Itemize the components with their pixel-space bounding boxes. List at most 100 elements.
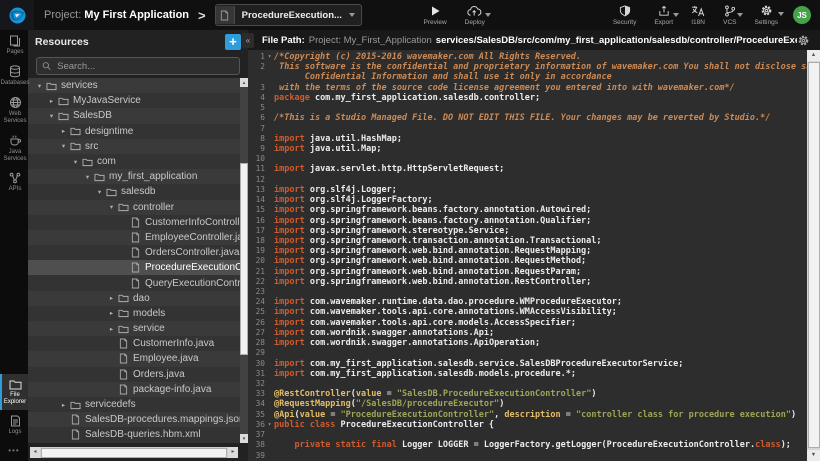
sidebar-item-file-explorer[interactable]: File Explorer <box>0 374 28 410</box>
tree-item[interactable]: QueryExecutionController.java <box>28 275 240 290</box>
code-line[interactable]: 6/*This is a Studio Managed File. DO NOT… <box>248 113 807 123</box>
vcs-button[interactable]: VCS <box>723 5 736 26</box>
expand-arrow-icon[interactable]: ▾ <box>106 203 117 211</box>
sidebar-item-databases[interactable]: Databases <box>0 60 28 91</box>
search-input[interactable] <box>55 60 234 73</box>
tree-item[interactable]: OrdersController.java <box>28 245 240 260</box>
fold-marker-icon[interactable]: ▾ <box>265 52 274 62</box>
code-line[interactable]: 7 <box>248 124 807 134</box>
code-line[interactable]: 2 This software is the confidential and … <box>248 62 807 72</box>
settings-button[interactable]: Settings <box>755 4 779 26</box>
more-options-button[interactable]: ••• <box>0 440 28 461</box>
tree-item[interactable]: ▸designtime <box>28 124 240 139</box>
collapse-arrow-icon[interactable]: ▸ <box>106 309 117 317</box>
code-line[interactable]: 13import org.slf4j.Logger; <box>248 185 807 195</box>
code-line[interactable]: 19import org.springframework.web.bind.an… <box>248 246 807 256</box>
tree-item[interactable]: EmployeeController.java <box>28 230 240 245</box>
editor-scroll-down-button[interactable]: ▼ <box>807 450 820 461</box>
tree-item[interactable]: ▾SalesDB <box>28 108 240 123</box>
tree-item[interactable]: SalesDB-queries.hbm.xml <box>28 427 240 442</box>
editor-scroll-up-button[interactable]: ▲ <box>807 50 820 61</box>
tree-item[interactable]: CustomerInfoController.java <box>28 215 240 230</box>
code-line[interactable]: 12 <box>248 175 807 185</box>
search-box[interactable] <box>36 57 240 75</box>
tree-item[interactable]: Orders.java <box>28 367 240 382</box>
tree-item[interactable]: ▸service <box>28 321 240 336</box>
wavemaker-logo[interactable] <box>0 0 34 30</box>
tree-item[interactable]: package-info.java <box>28 382 240 397</box>
code-line[interactable]: 5 <box>248 103 807 113</box>
code-line[interactable]: 32 <box>248 379 807 389</box>
deploy-button[interactable]: Deploy <box>465 5 485 26</box>
code-line[interactable]: 23 <box>248 287 807 297</box>
add-resource-button[interactable]: + <box>225 34 241 50</box>
fold-marker-icon[interactable]: ▾ <box>265 420 274 430</box>
tree-vertical-scrollbar[interactable]: ▲ ▼ <box>240 78 248 443</box>
tree-item[interactable]: Employee.java <box>28 351 240 366</box>
tree-hscrollbar-thumb[interactable] <box>41 448 227 458</box>
code-line[interactable]: 24import com.wavemaker.runtime.data.dao.… <box>248 297 807 307</box>
collapse-arrow-icon[interactable]: ▸ <box>106 294 117 302</box>
code-line[interactable]: 1▾/*Copyright (c) 2015-2016 wavemaker.co… <box>248 52 807 62</box>
code-line[interactable]: 25import com.wavemaker.tools.api.core.an… <box>248 307 807 317</box>
code-line[interactable]: 35@Api(value = "ProcedureExecutionContro… <box>248 410 807 420</box>
expand-arrow-icon[interactable]: ▾ <box>58 142 69 150</box>
code-line[interactable]: 31import com.my_first_application.salesd… <box>248 369 807 379</box>
code-line[interactable]: 27import com.wordnik.swagger.annotations… <box>248 328 807 338</box>
code-line[interactable]: 29 <box>248 348 807 358</box>
sidebar-item-apis[interactable]: APIs <box>0 167 28 197</box>
collapse-arrow-icon[interactable]: ▸ <box>58 127 69 135</box>
tree-item[interactable]: ▸dao <box>28 291 240 306</box>
tree-item[interactable]: ProcedureExecutionController.java <box>28 260 240 275</box>
code-line[interactable]: 14import org.slf4j.LoggerFactory; <box>248 195 807 205</box>
code-line[interactable]: 4package com.my_first_application.salesd… <box>248 93 807 103</box>
sidebar-item-web-services[interactable]: Web Services <box>0 91 28 129</box>
code-line[interactable]: 9import java.util.Map; <box>248 144 807 154</box>
editor-settings-gear-icon[interactable] <box>797 34 810 47</box>
tree-scrollbar-thumb[interactable] <box>240 163 248 355</box>
export-button[interactable]: Export <box>654 5 673 26</box>
collapse-panel-button[interactable]: « <box>242 33 254 48</box>
tree-horizontal-scrollbar[interactable]: ◂ ▸ <box>30 447 238 458</box>
sidebar-item-java-services[interactable]: Java Services <box>0 129 28 167</box>
tree-item[interactable]: CustomerInfo.java <box>28 336 240 351</box>
code-area[interactable]: 1▾/*Copyright (c) 2015-2016 wavemaker.co… <box>248 50 807 461</box>
code-line[interactable]: 17import org.springframework.stereotype.… <box>248 226 807 236</box>
i18n-button[interactable]: I18N <box>691 5 705 26</box>
code-line[interactable]: 26import com.wavemaker.tools.api.core.mo… <box>248 318 807 328</box>
tree-item[interactable]: ▸models <box>28 306 240 321</box>
code-line[interactable]: 10 <box>248 154 807 164</box>
tree-item[interactable]: ▾salesdb <box>28 184 240 199</box>
code-line[interactable]: 3 with the terms of the source code lice… <box>248 83 807 93</box>
sidebar-item-logs[interactable]: Logs <box>0 410 28 440</box>
code-line[interactable]: 15import org.springframework.beans.facto… <box>248 205 807 215</box>
code-line[interactable]: 28import com.wordnik.swagger.annotations… <box>248 338 807 348</box>
sidebar-item-pages[interactable]: Pages <box>0 30 28 60</box>
code-line[interactable]: 18import org.springframework.transaction… <box>248 236 807 246</box>
tree-item[interactable]: ▾com <box>28 154 240 169</box>
code-line[interactable]: 33@RestController(value = "SalesDB.Proce… <box>248 389 807 399</box>
code-line[interactable]: 22import org.springframework.web.bind.an… <box>248 277 807 287</box>
file-dropdown[interactable]: ProcedureExecution... <box>215 4 362 26</box>
tree-item[interactable]: ▾controller <box>28 200 240 215</box>
scroll-right-button[interactable]: ▸ <box>228 447 238 458</box>
security-button[interactable]: Security <box>613 5 636 26</box>
code-line[interactable]: 37 <box>248 430 807 440</box>
tree-item[interactable]: ▸servicedefs <box>28 397 240 412</box>
code-line[interactable]: 21import org.springframework.web.bind.an… <box>248 267 807 277</box>
expand-arrow-icon[interactable]: ▾ <box>34 82 45 90</box>
scroll-left-button[interactable]: ◂ <box>30 447 40 458</box>
expand-arrow-icon[interactable]: ▾ <box>94 188 105 196</box>
tree-item[interactable]: ▾services <box>28 78 240 93</box>
tree-item[interactable]: ▾my_first_application <box>28 169 240 184</box>
editor-vertical-scrollbar[interactable]: ▲ ▼ <box>807 50 820 461</box>
code-line[interactable]: 11import javax.servlet.http.HttpServletR… <box>248 164 807 174</box>
code-line[interactable]: 39 <box>248 451 807 461</box>
code-line[interactable]: 38 private static final Logger LOGGER = … <box>248 440 807 450</box>
expand-arrow-icon[interactable]: ▾ <box>70 158 81 166</box>
code-line[interactable]: 16import org.springframework.beans.facto… <box>248 216 807 226</box>
collapse-arrow-icon[interactable]: ▸ <box>58 401 69 409</box>
code-line[interactable]: 36▾public class ProcedureExecutionContro… <box>248 420 807 430</box>
code-line[interactable]: 34@RequestMapping("/SalesDB/procedureExe… <box>248 399 807 409</box>
user-avatar[interactable]: JS <box>793 6 811 24</box>
